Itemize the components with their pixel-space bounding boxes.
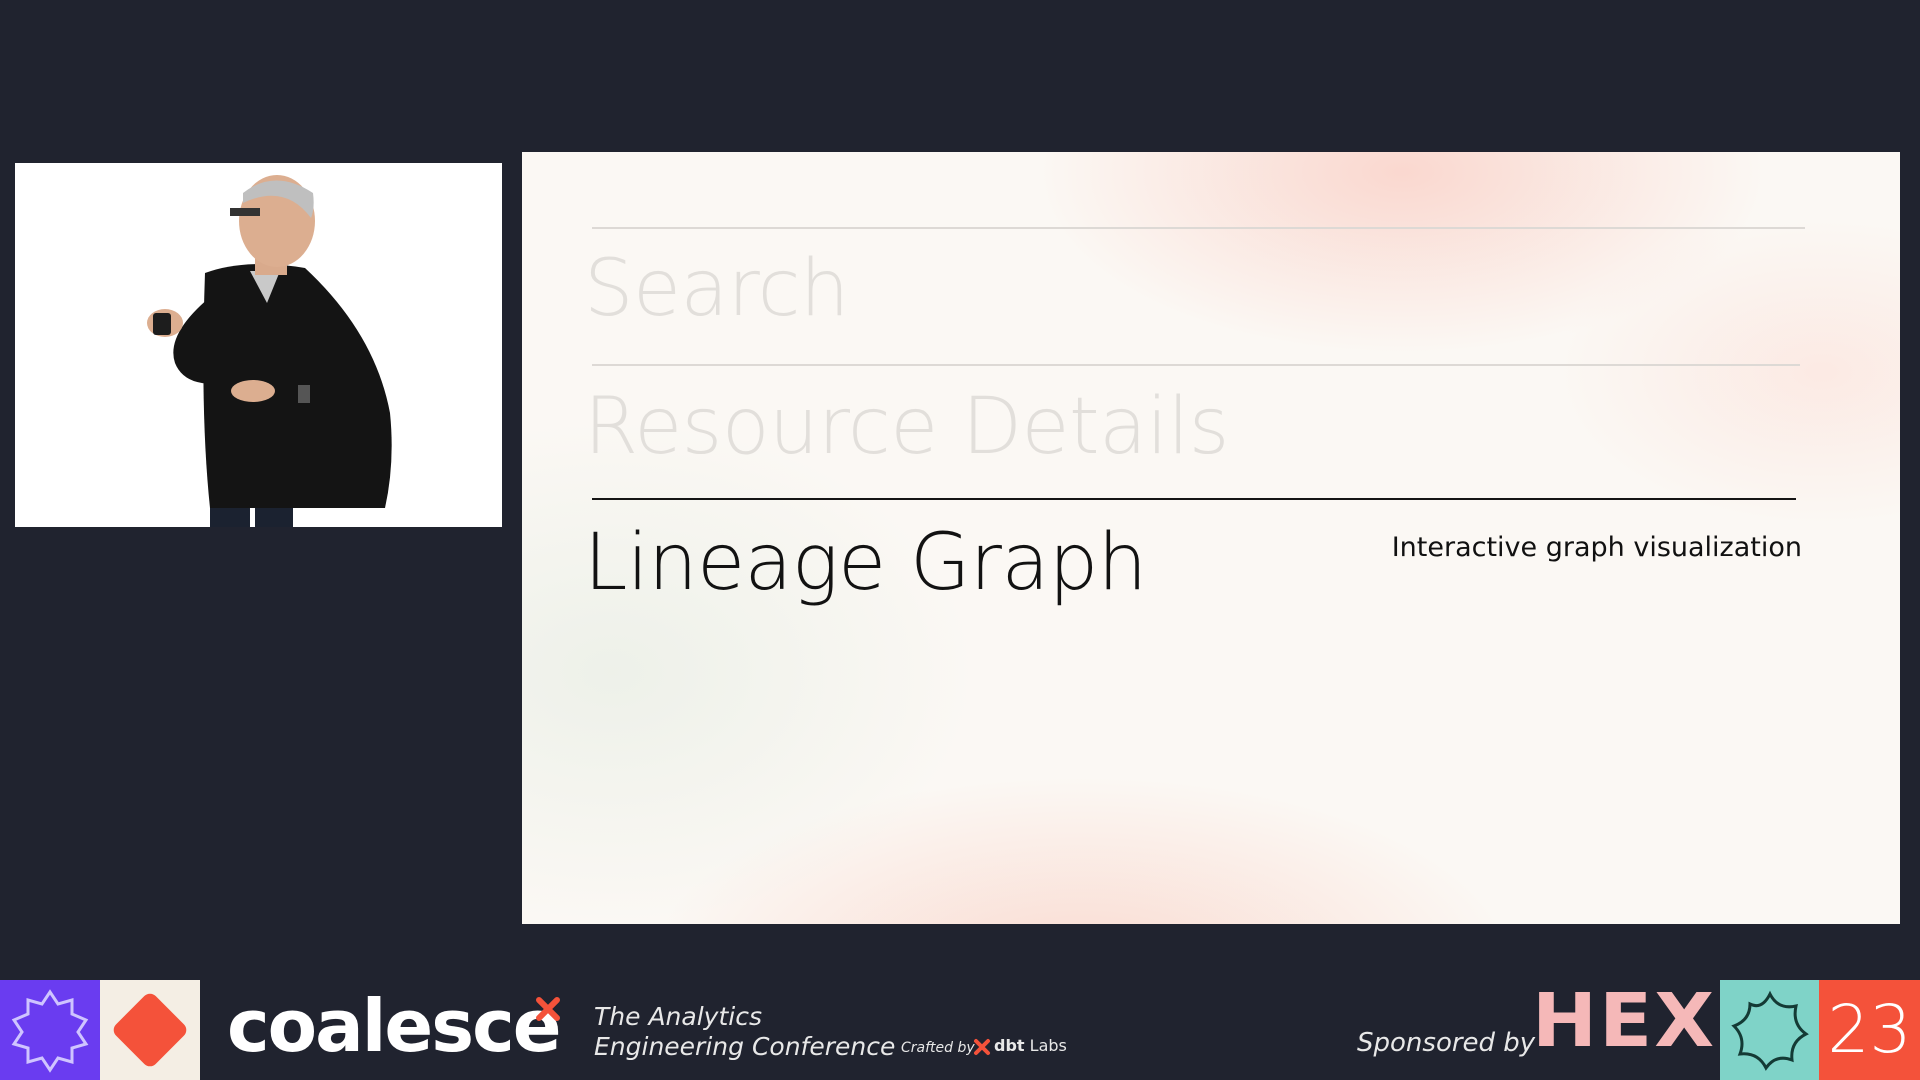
slide-item-description: Interactive graph visualization — [1391, 532, 1802, 563]
conference-tagline: The Analytics Engineering Conference — [594, 1002, 895, 1062]
star-outline-icon — [1731, 990, 1809, 1071]
presentation-slide: Search Resource Details Lineage Graph In… — [522, 152, 1900, 924]
divider-top — [592, 227, 1805, 229]
dbt-labs-label: dbt Labs — [994, 1036, 1067, 1055]
coalesce-logo-text: coalesce — [227, 984, 562, 1068]
divider-active — [592, 498, 1796, 500]
cream-tile — [100, 980, 200, 1080]
x-mark-icon — [536, 997, 560, 1021]
purple-tile — [0, 980, 100, 1080]
crafted-by-label: Crafted by — [901, 1040, 975, 1056]
labs-label: Labs — [1029, 1036, 1067, 1055]
conference-footer: coalesce The Analytics Engineering Confe… — [0, 980, 1920, 1080]
slide-item-resource-details: Resource Details — [584, 382, 1229, 472]
tagline-line-1: The Analytics — [594, 1002, 762, 1031]
badge-star-icon — [11, 989, 89, 1073]
speaker-image — [15, 163, 502, 527]
tagline-line-2: Engineering Conference — [594, 1032, 896, 1061]
dbt-logo-icon — [974, 1039, 990, 1055]
slide-item-lineage-graph: Lineage Graph — [584, 518, 1147, 608]
dbt-label-bold: dbt — [994, 1036, 1025, 1055]
divider-middle — [592, 364, 1800, 366]
diamond-icon — [113, 993, 187, 1067]
year-badge: 23 — [1819, 980, 1920, 1080]
teal-tile — [1720, 980, 1820, 1080]
sponsored-by-label: Sponsored by — [1357, 1028, 1536, 1058]
sponsor-hex-logo: HEX — [1532, 978, 1717, 1064]
speaker-video — [15, 163, 502, 527]
slide-item-search: Search — [584, 244, 849, 334]
